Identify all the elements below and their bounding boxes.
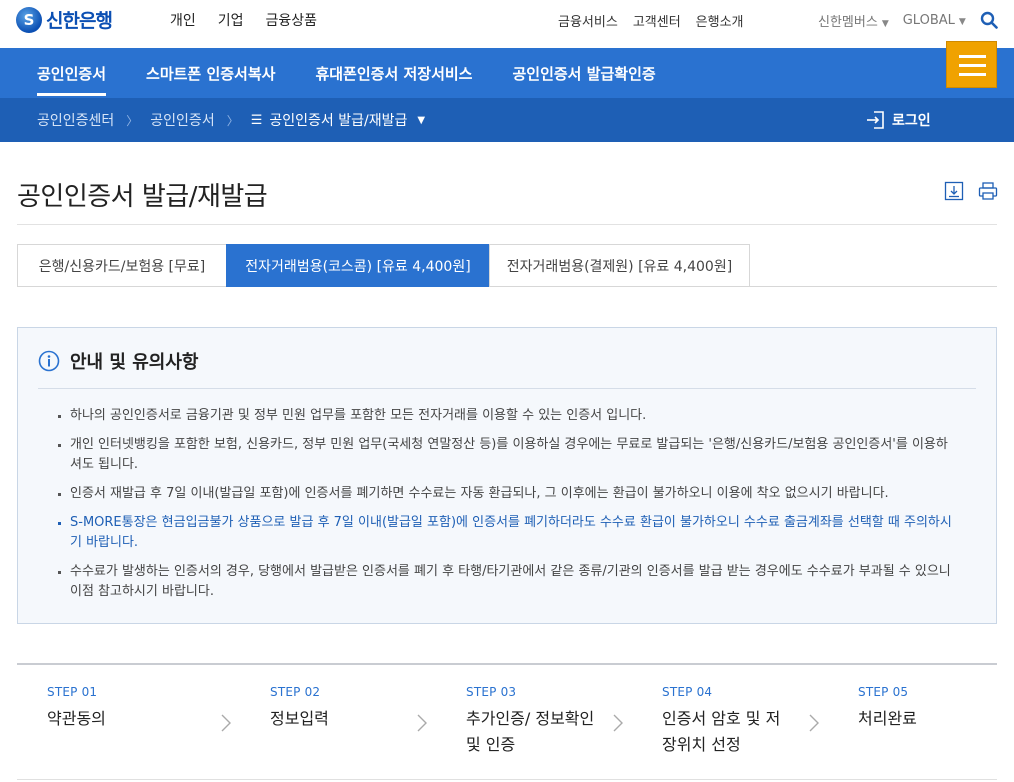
tab-general-koscom[interactable]: 전자거래범용(코스콤) [유료 4,400원] bbox=[226, 244, 490, 287]
page-title: 공인인증서 발급/재발급 bbox=[17, 182, 268, 212]
chevron-right-icon bbox=[809, 714, 819, 732]
notice-title: 안내 및 유의사항 bbox=[70, 352, 199, 373]
notice-list: 하나의 공인인증서로 금융기관 및 정부 민원 업무를 포함한 모든 전자거래를… bbox=[58, 406, 958, 611]
step-2: STEP 02 정보입력 bbox=[270, 685, 329, 732]
breadcrumb-item-center[interactable]: 공인인증센터 bbox=[37, 110, 114, 130]
chevron-right-icon: 〉 bbox=[226, 113, 239, 128]
members-label: 신한멤버스 bbox=[818, 15, 878, 30]
hamburger-icon-bar bbox=[959, 73, 986, 76]
nav-item-bank-intro[interactable]: 은행소개 bbox=[696, 11, 744, 30]
menu-button[interactable] bbox=[946, 41, 997, 88]
breadcrumb-current-label: 공인인증서 발급/재발급 bbox=[269, 113, 408, 129]
notice-header: 안내 및 유의사항 bbox=[38, 348, 198, 374]
login-icon bbox=[867, 111, 884, 129]
step-indicator: STEP 01 약관동의 STEP 02 정보입력 STEP 03 추가인증/ … bbox=[17, 663, 997, 780]
breadcrumb: 공인인증센터 〉 공인인증서 〉 ☰ 공인인증서 발급/재발급 ▼ bbox=[37, 110, 425, 130]
notice-item: 하나의 공인인증서로 금융기관 및 정부 민원 업무를 포함한 모든 전자거래를… bbox=[58, 406, 958, 426]
notice-divider bbox=[38, 388, 976, 389]
step-name: 인증서 암호 및 저장위치 선정 bbox=[662, 709, 781, 754]
logo[interactable]: S 신한은행 bbox=[16, 6, 113, 33]
step-number: STEP 02 bbox=[270, 685, 321, 699]
mainnav-item-issue-confirmation[interactable]: 공인인증서 발급확인증 bbox=[512, 63, 655, 84]
logo-text: 신한은행 bbox=[46, 10, 113, 32]
chevron-down-icon: ▼ bbox=[958, 17, 966, 27]
step-number: STEP 04 bbox=[662, 685, 713, 699]
logo-icon: S bbox=[16, 6, 42, 33]
product-tabs: 은행/신용카드/보험용 [무료] 전자거래범용(코스콤) [유료 4,400원]… bbox=[17, 244, 997, 287]
download-icon[interactable] bbox=[944, 181, 964, 201]
global-label: GLOBAL bbox=[902, 13, 955, 28]
nav-item-personal[interactable]: 개인 bbox=[170, 10, 196, 30]
chevron-down-icon: ▼ bbox=[881, 19, 889, 29]
list-icon: ☰ bbox=[250, 112, 263, 128]
nav-item-customer-center[interactable]: 고객센터 bbox=[633, 11, 681, 30]
step-number: STEP 05 bbox=[858, 685, 909, 699]
print-icon[interactable] bbox=[978, 181, 998, 201]
nav-item-business[interactable]: 기업 bbox=[218, 10, 244, 30]
notice-item: 수수료가 발생하는 인증서의 경우, 당행에서 발급받은 인증서를 폐기 후 타… bbox=[58, 562, 958, 602]
title-divider bbox=[17, 224, 997, 225]
chevron-right-icon bbox=[613, 714, 623, 732]
nav-item-products[interactable]: 금융상품 bbox=[266, 10, 318, 30]
caret-down-icon: ▼ bbox=[417, 114, 426, 126]
step-number: STEP 01 bbox=[47, 685, 98, 699]
mainnav-item-certificate[interactable]: 공인인증서 bbox=[37, 63, 107, 96]
login-label: 로그인 bbox=[892, 113, 931, 129]
utility-menu: 신한멤버스 ▼ GLOBAL ▼ bbox=[818, 11, 966, 30]
info-icon bbox=[38, 350, 60, 372]
step-number: STEP 03 bbox=[466, 685, 517, 699]
step-1: STEP 01 약관동의 bbox=[47, 685, 106, 732]
chevron-right-icon bbox=[417, 714, 427, 732]
breadcrumb-item-certificate[interactable]: 공인인증서 bbox=[150, 110, 214, 130]
top-bar: S 신한은행 개인 기업 금융상품 금융서비스 고객센터 은행소개 신한멤버스 ▼… bbox=[0, 0, 1014, 48]
step-name: 정보입력 bbox=[270, 709, 329, 728]
mainnav-item-smartphone-copy[interactable]: 스마트폰 인증서복사 bbox=[146, 63, 275, 84]
login-button[interactable]: 로그인 bbox=[866, 110, 931, 130]
notice-item: 개인 인터넷뱅킹을 포함한 보험, 신용카드, 정부 민원 업무(국세청 연말정… bbox=[58, 435, 958, 475]
search-icon[interactable] bbox=[980, 11, 998, 29]
chevron-right-icon bbox=[221, 714, 231, 732]
hamburger-icon bbox=[959, 55, 986, 58]
tab-general-kftc[interactable]: 전자거래범용(결제원) [유료 4,400원] bbox=[489, 244, 750, 287]
page-tools bbox=[944, 181, 998, 201]
tab-bank-card-insurance[interactable]: 은행/신용카드/보험용 [무료] bbox=[17, 244, 227, 287]
global-dropdown[interactable]: GLOBAL ▼ bbox=[903, 13, 966, 28]
step-name: 약관동의 bbox=[47, 709, 106, 728]
primary-nav: 개인 기업 금융상품 bbox=[170, 10, 317, 30]
hamburger-icon-bar bbox=[959, 64, 986, 67]
secondary-nav: 금융서비스 고객센터 은행소개 bbox=[558, 11, 744, 30]
nav-item-financial-services[interactable]: 금융서비스 bbox=[558, 11, 618, 30]
step-name: 추가인증/ 정보확인 및 인증 bbox=[466, 709, 595, 754]
step-name: 처리완료 bbox=[858, 709, 917, 728]
step-5: STEP 05 처리완료 bbox=[858, 685, 917, 732]
step-4: STEP 04 인증서 암호 및 저장위치 선정 bbox=[662, 685, 782, 758]
main-nav: 공인인증서 스마트폰 인증서복사 휴대폰인증서 저장서비스 공인인증서 발급확인… bbox=[0, 48, 1014, 98]
notice-box: 안내 및 유의사항 하나의 공인인증서로 금융기관 및 정부 민원 업무를 포함… bbox=[17, 327, 997, 624]
breadcrumb-bar: 공인인증센터 〉 공인인증서 〉 ☰ 공인인증서 발급/재발급 ▼ bbox=[0, 98, 1014, 142]
step-3: STEP 03 추가인증/ 정보확인 및 인증 bbox=[466, 685, 596, 758]
chevron-right-icon: 〉 bbox=[126, 113, 139, 128]
mainnav-item-phone-storage[interactable]: 휴대폰인증서 저장서비스 bbox=[315, 63, 472, 84]
breadcrumb-current-dropdown[interactable]: ☰ 공인인증서 발급/재발급 ▼ bbox=[251, 110, 425, 130]
members-dropdown[interactable]: 신한멤버스 ▼ bbox=[818, 11, 889, 30]
notice-item: 인증서 재발급 후 7일 이내(발급일 포함)에 인증서를 폐기하면 수수료는 … bbox=[58, 484, 958, 504]
notice-item-highlight: S-MORE통장은 현금입금불가 상품으로 발급 후 7일 이내(발급일 포함)… bbox=[58, 513, 958, 553]
